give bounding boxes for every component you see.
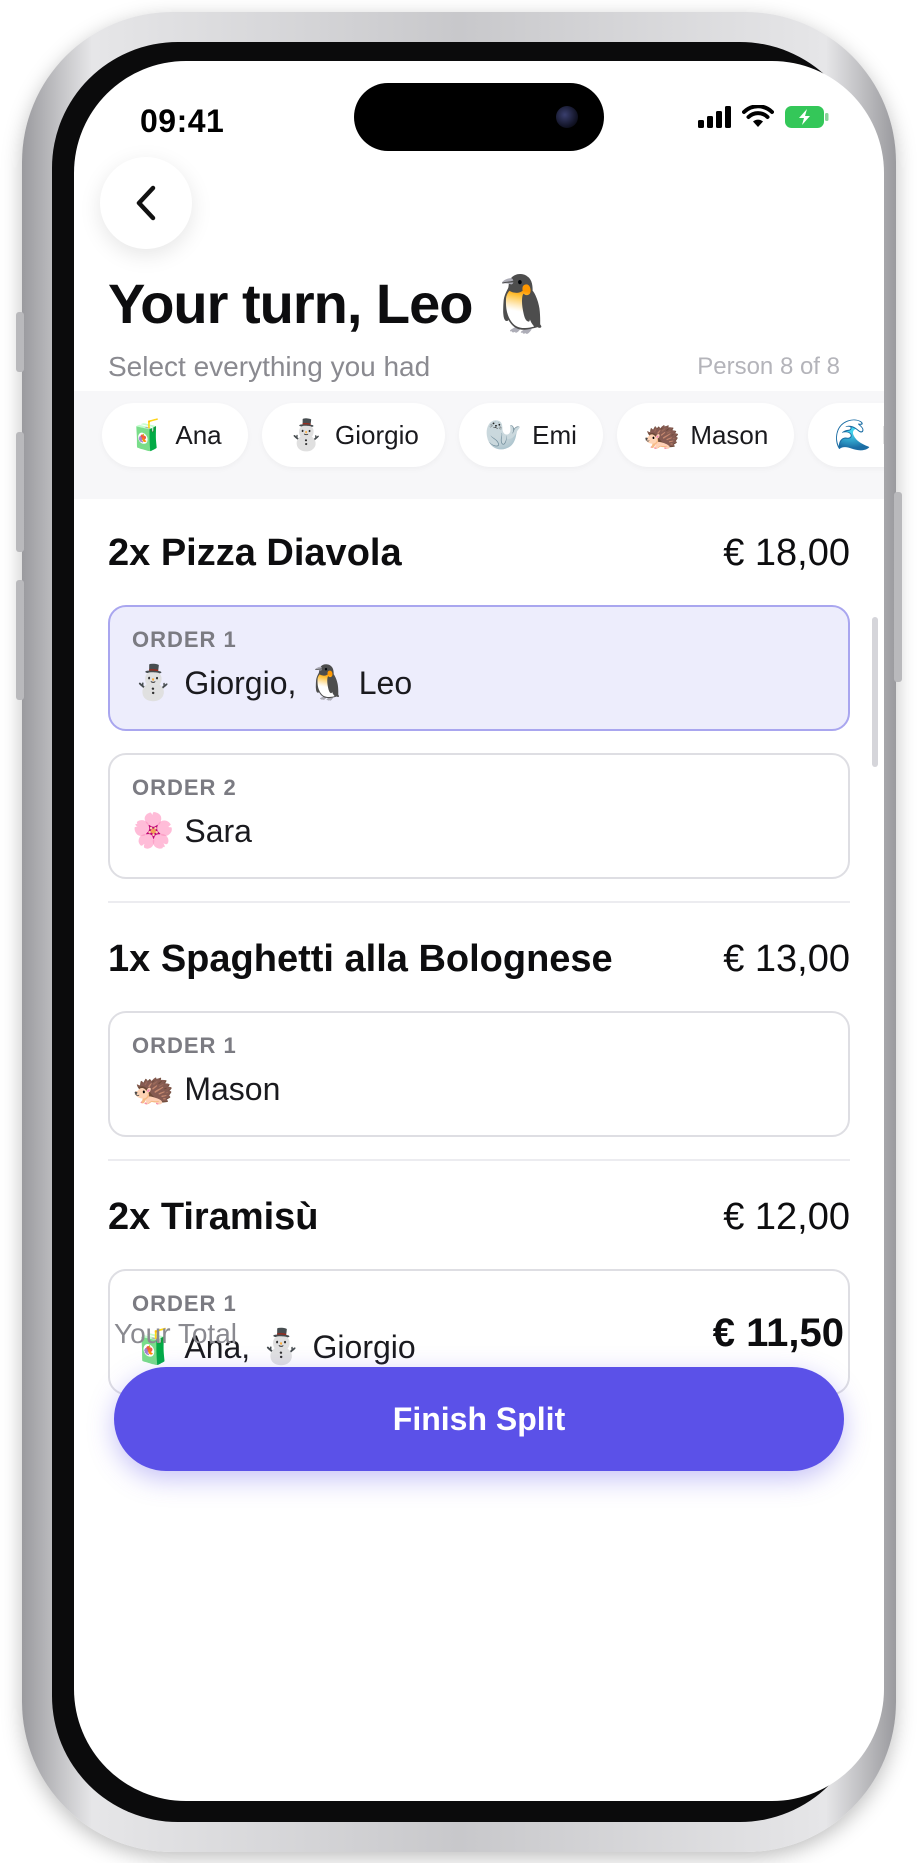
order-label: ORDER 1 xyxy=(132,1033,237,1058)
total-row: Your Total € 11,50 xyxy=(114,1311,844,1356)
person-avatar-icon: 🌊 xyxy=(834,417,872,453)
finish-split-button[interactable]: Finish Split xyxy=(114,1367,844,1471)
person-name: Giorgio, xyxy=(184,664,297,701)
person-avatar-icon: 🐧 xyxy=(306,663,349,703)
person-avatar-icon: 🦔 xyxy=(132,1069,175,1109)
camera-icon xyxy=(556,106,578,128)
item-divider xyxy=(108,1159,850,1161)
wifi-icon xyxy=(742,105,774,127)
dynamic-island xyxy=(354,83,604,151)
back-chevron-icon xyxy=(136,185,156,221)
items-list: 2x Pizza Diavola € 18,00 ORDER 1 ⛄ Giorgio, 🐧… xyxy=(108,501,850,1417)
battery-charging-icon xyxy=(785,106,829,128)
person-chip-n[interactable]: 🌊N xyxy=(808,403,884,467)
back-button[interactable] xyxy=(100,157,192,249)
scrollbar[interactable] xyxy=(872,617,878,767)
item-header: 2x Tiramisù € 12,00 xyxy=(108,1165,850,1269)
item-name: 2x Tiramisù xyxy=(108,1195,319,1238)
person-avatar-icon: 🧃 xyxy=(128,417,166,453)
person-avatar-icon: ⛄ xyxy=(132,663,175,703)
person-chip-label: Mason xyxy=(690,419,769,450)
status-icons xyxy=(698,105,830,129)
title-text: Your turn, Leo xyxy=(108,272,473,335)
person-chip-mason[interactable]: 🦔 Mason xyxy=(616,403,795,467)
person-avatar-icon: 🌸 xyxy=(132,811,175,851)
page-title: Your turn, Leo 🐧 xyxy=(108,271,557,337)
item-divider xyxy=(108,901,850,903)
person-counter: Person 8 of 8 xyxy=(697,353,840,380)
mute-switch xyxy=(16,312,24,372)
page-subtitle: Select everything you had xyxy=(108,351,431,382)
order-label: ORDER 2 xyxy=(132,775,237,800)
person-chip-label: Ana xyxy=(175,419,222,450)
person-name: Mason xyxy=(184,1070,281,1107)
person-avatar-icon: 🦭 xyxy=(484,417,523,453)
order-card[interactable]: ORDER 2 🌸 Sara xyxy=(108,753,850,879)
status-time: 09:41 xyxy=(140,103,225,139)
item-price: € 12,00 xyxy=(723,1195,850,1238)
volume-up-button xyxy=(16,432,24,552)
signal-icon xyxy=(698,106,731,128)
person-name: Sara xyxy=(184,812,252,849)
order-people: 🌸 Sara xyxy=(132,811,826,851)
order-card[interactable]: ORDER 1 ⛄ Giorgio, 🐧 Leo xyxy=(108,605,850,731)
order-people: ⛄ Giorgio, 🐧 Leo xyxy=(132,663,826,703)
screen: 09:41 Your turn, Leo 🐧 Select everything… xyxy=(74,61,884,1801)
person-name: Leo xyxy=(358,664,413,701)
volume-down-button xyxy=(16,580,24,700)
person-avatar-icon: 🦔 xyxy=(642,417,681,453)
phone-frame: 09:41 Your turn, Leo 🐧 Select everything… xyxy=(16,12,902,1852)
person-chip-label: Giorgio xyxy=(334,419,419,450)
item-price: € 18,00 xyxy=(723,531,850,574)
person-avatar-icon: ⛄ xyxy=(287,417,325,453)
person-chip-giorgio[interactable]: ⛄ Giorgio xyxy=(261,403,445,467)
power-button xyxy=(894,492,902,682)
person-chip-emi[interactable]: 🦭 Emi xyxy=(458,403,603,467)
order-people: 🦔 Mason xyxy=(132,1069,826,1109)
penguin-icon: 🐧 xyxy=(487,272,557,337)
person-chip-label: N xyxy=(882,420,884,451)
total-value: € 11,50 xyxy=(712,1311,844,1355)
item-name: 2x Pizza Diavola xyxy=(108,531,402,574)
total-label: Your Total xyxy=(114,1317,237,1349)
item-price: € 13,00 xyxy=(723,937,850,980)
order-card[interactable]: ORDER 1 🦔 Mason xyxy=(108,1011,850,1137)
order-label: ORDER 1 xyxy=(132,627,237,652)
person-chip-label: Emi xyxy=(532,419,577,450)
person-chip-ana[interactable]: 🧃 Ana xyxy=(102,403,248,467)
item-header: 1x Spaghetti alla Bolognese € 13,00 xyxy=(108,907,850,1011)
people-chip-bar[interactable]: 🧃Ana⛄Giorgio🦭Emi🦔Mason🌊N xyxy=(74,391,884,499)
item-header: 2x Pizza Diavola € 18,00 xyxy=(108,501,850,605)
item-name: 1x Spaghetti alla Bolognese xyxy=(108,937,613,980)
